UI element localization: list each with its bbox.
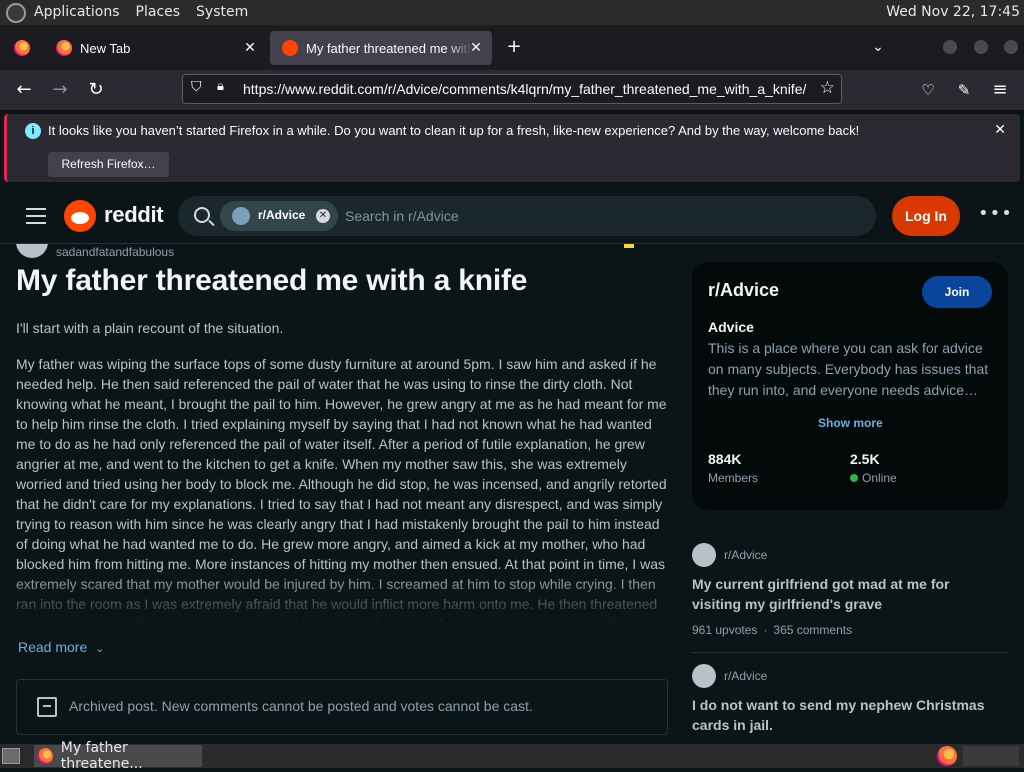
tab-strip: New Tab ✕ My father threatened me with a… (0, 25, 1024, 70)
related-title[interactable]: I do not want to send my nephew Christma… (692, 695, 992, 735)
more-options-icon[interactable]: ••• (978, 204, 1012, 228)
pin-icon (624, 244, 634, 248)
login-button[interactable]: Log In (892, 196, 960, 236)
workspace-switcher[interactable] (963, 746, 1019, 766)
taskbar-window-button[interactable]: My father threatene... (34, 740, 202, 772)
tab-new-tab[interactable]: New Tab ✕ (44, 31, 266, 65)
post-paragraph: My father was wiping the surface tops of… (16, 356, 667, 624)
reddit-header: reddit r/Advice ✕ Search in r/Advice Log… (0, 188, 1024, 244)
minimize-icon[interactable] (943, 40, 957, 54)
online-count: 2.5K (850, 451, 880, 467)
post-author[interactable]: sadandfatandfabulous (56, 245, 174, 259)
firefox-icon (14, 40, 30, 56)
subreddit-name[interactable]: r/Advice (708, 280, 779, 301)
firefox-icon (38, 748, 53, 764)
post-area: sadandfatandfabulous ••• My father threa… (0, 244, 680, 746)
subreddit-avatar (692, 664, 716, 688)
related-post[interactable]: r/Advice I do not want to send my nephew… (692, 664, 1008, 744)
extensions-icon[interactable]: ✎ (952, 78, 976, 102)
list-tabs-icon[interactable]: ⌄ (866, 35, 890, 59)
subreddit-avatar (232, 207, 250, 225)
places-menu[interactable]: Places (128, 0, 189, 25)
chevron-down-icon: ⌄ (95, 643, 105, 655)
read-more-label: Read more (18, 639, 88, 655)
post-options-icon[interactable]: ••• (652, 244, 676, 250)
show-desktop-icon[interactable] (2, 748, 20, 764)
lock-icon[interactable]: 🔒︎ (217, 79, 224, 94)
firefox-view-button[interactable] (2, 31, 38, 65)
subreddit-title: Advice (708, 319, 754, 335)
hamburger-menu-icon[interactable] (26, 208, 46, 224)
chip-label: r/Advice (258, 208, 306, 222)
subreddit-avatar (692, 543, 716, 567)
taskbar-window-title: My father threatene... (60, 740, 143, 772)
taskbar: My father threatene... (0, 740, 1024, 772)
info-icon: i (25, 123, 41, 139)
tab-label: New Tab (80, 40, 131, 56)
show-more-button[interactable]: Show more (818, 416, 883, 430)
read-more-button[interactable]: Read more ⌄ (18, 639, 104, 655)
reddit-wordmark[interactable]: reddit (104, 202, 164, 228)
online-label: Online (862, 471, 897, 485)
bookmark-star-icon[interactable]: ☆ (820, 78, 835, 98)
pocket-icon[interactable]: ♡ (916, 78, 940, 102)
maximize-icon[interactable] (974, 40, 988, 54)
applications-menu[interactable]: Applications (26, 0, 128, 25)
online-stat: 2.5K Online (850, 451, 897, 485)
close-tab-icon[interactable]: ✕ (242, 39, 258, 55)
forward-arrow-icon[interactable]: → (48, 78, 72, 102)
join-button[interactable]: Join (922, 276, 992, 308)
subreddit-description: This is a place where you can ask for ad… (708, 340, 989, 398)
archived-notice: Archived post. New comments cannot be po… (16, 679, 668, 735)
search-icon (194, 207, 210, 223)
close-icon[interactable]: ✕ (994, 121, 1006, 138)
url-text[interactable]: https://www.reddit.com/r/Advice/comments… (243, 81, 808, 97)
search-bar[interactable]: r/Advice ✕ Search in r/Advice (178, 196, 876, 236)
related-title[interactable]: My current girlfriend got mad at me for … (692, 574, 992, 614)
reload-icon[interactable]: ↻ (84, 78, 108, 102)
comments: 365 comments (773, 623, 853, 637)
tab-label: My father threatened me with a knife (306, 40, 472, 56)
post-title: My father threatened me with a knife (16, 264, 528, 297)
firefox-tray-icon[interactable] (937, 746, 957, 766)
new-tab-icon[interactable]: + (502, 35, 526, 59)
shield-icon[interactable]: ⛉ (191, 79, 202, 95)
divider (692, 652, 1008, 653)
navigation-toolbar: ← → ↻ ⛉ 🔒︎ https://www.reddit.com/r/Advi… (0, 70, 1024, 110)
archived-text: Archived post. New comments cannot be po… (69, 698, 533, 714)
search-input[interactable]: Search in r/Advice (345, 208, 459, 224)
members-count: 884K (708, 451, 742, 467)
address-bar[interactable]: ⛉ 🔒︎ https://www.reddit.com/r/Advice/com… (182, 74, 842, 104)
author-avatar[interactable] (16, 244, 48, 258)
post-paragraph: I'll start with a plain recount of the s… (16, 320, 284, 336)
menu-icon[interactable]: ≡ (988, 78, 1012, 102)
subreddit-filter-chip[interactable]: r/Advice ✕ (220, 201, 338, 231)
close-tab-icon[interactable]: ✕ (468, 39, 484, 55)
related-meta: 961 upvotes · 365 comments (692, 623, 853, 637)
related-subreddit[interactable]: r/Advice (724, 669, 767, 683)
window-close-icon[interactable] (1004, 40, 1018, 54)
top-panel: Applications Places System Wed Nov 22, 1… (0, 0, 1024, 25)
reddit-logo-icon[interactable] (64, 200, 96, 232)
clock[interactable]: Wed Nov 22, 17:45 (886, 0, 1020, 25)
firefox-icon (56, 40, 72, 56)
notification-message: It looks like you haven’t started Firefo… (48, 123, 860, 138)
back-arrow-icon[interactable]: ← (12, 78, 36, 102)
reddit-icon (282, 40, 298, 56)
online-dot-icon (850, 474, 858, 482)
subreddit-info-card: r/Advice Join Advice This is a place whe… (692, 262, 1008, 510)
members-stat: 884K Members (708, 451, 758, 485)
tab-reddit-post[interactable]: My father threatened me with a knife ✕ (270, 31, 492, 65)
post-body: I'll start with a plain recount of the s… (16, 318, 668, 624)
members-label: Members (708, 471, 759, 485)
archive-icon (37, 697, 57, 717)
refresh-notification: i It looks like you haven’t started Fire… (4, 114, 1020, 182)
related-subreddit[interactable]: r/Advice (724, 548, 767, 562)
remove-chip-icon[interactable]: ✕ (316, 209, 330, 223)
refresh-firefox-button[interactable]: Refresh Firefox… (48, 152, 169, 177)
upvotes: 961 upvotes (692, 623, 758, 637)
gnome-foot-icon[interactable] (6, 2, 26, 23)
system-menu[interactable]: System (188, 0, 256, 25)
related-post[interactable]: r/Advice My current girlfriend got mad a… (692, 543, 1008, 643)
